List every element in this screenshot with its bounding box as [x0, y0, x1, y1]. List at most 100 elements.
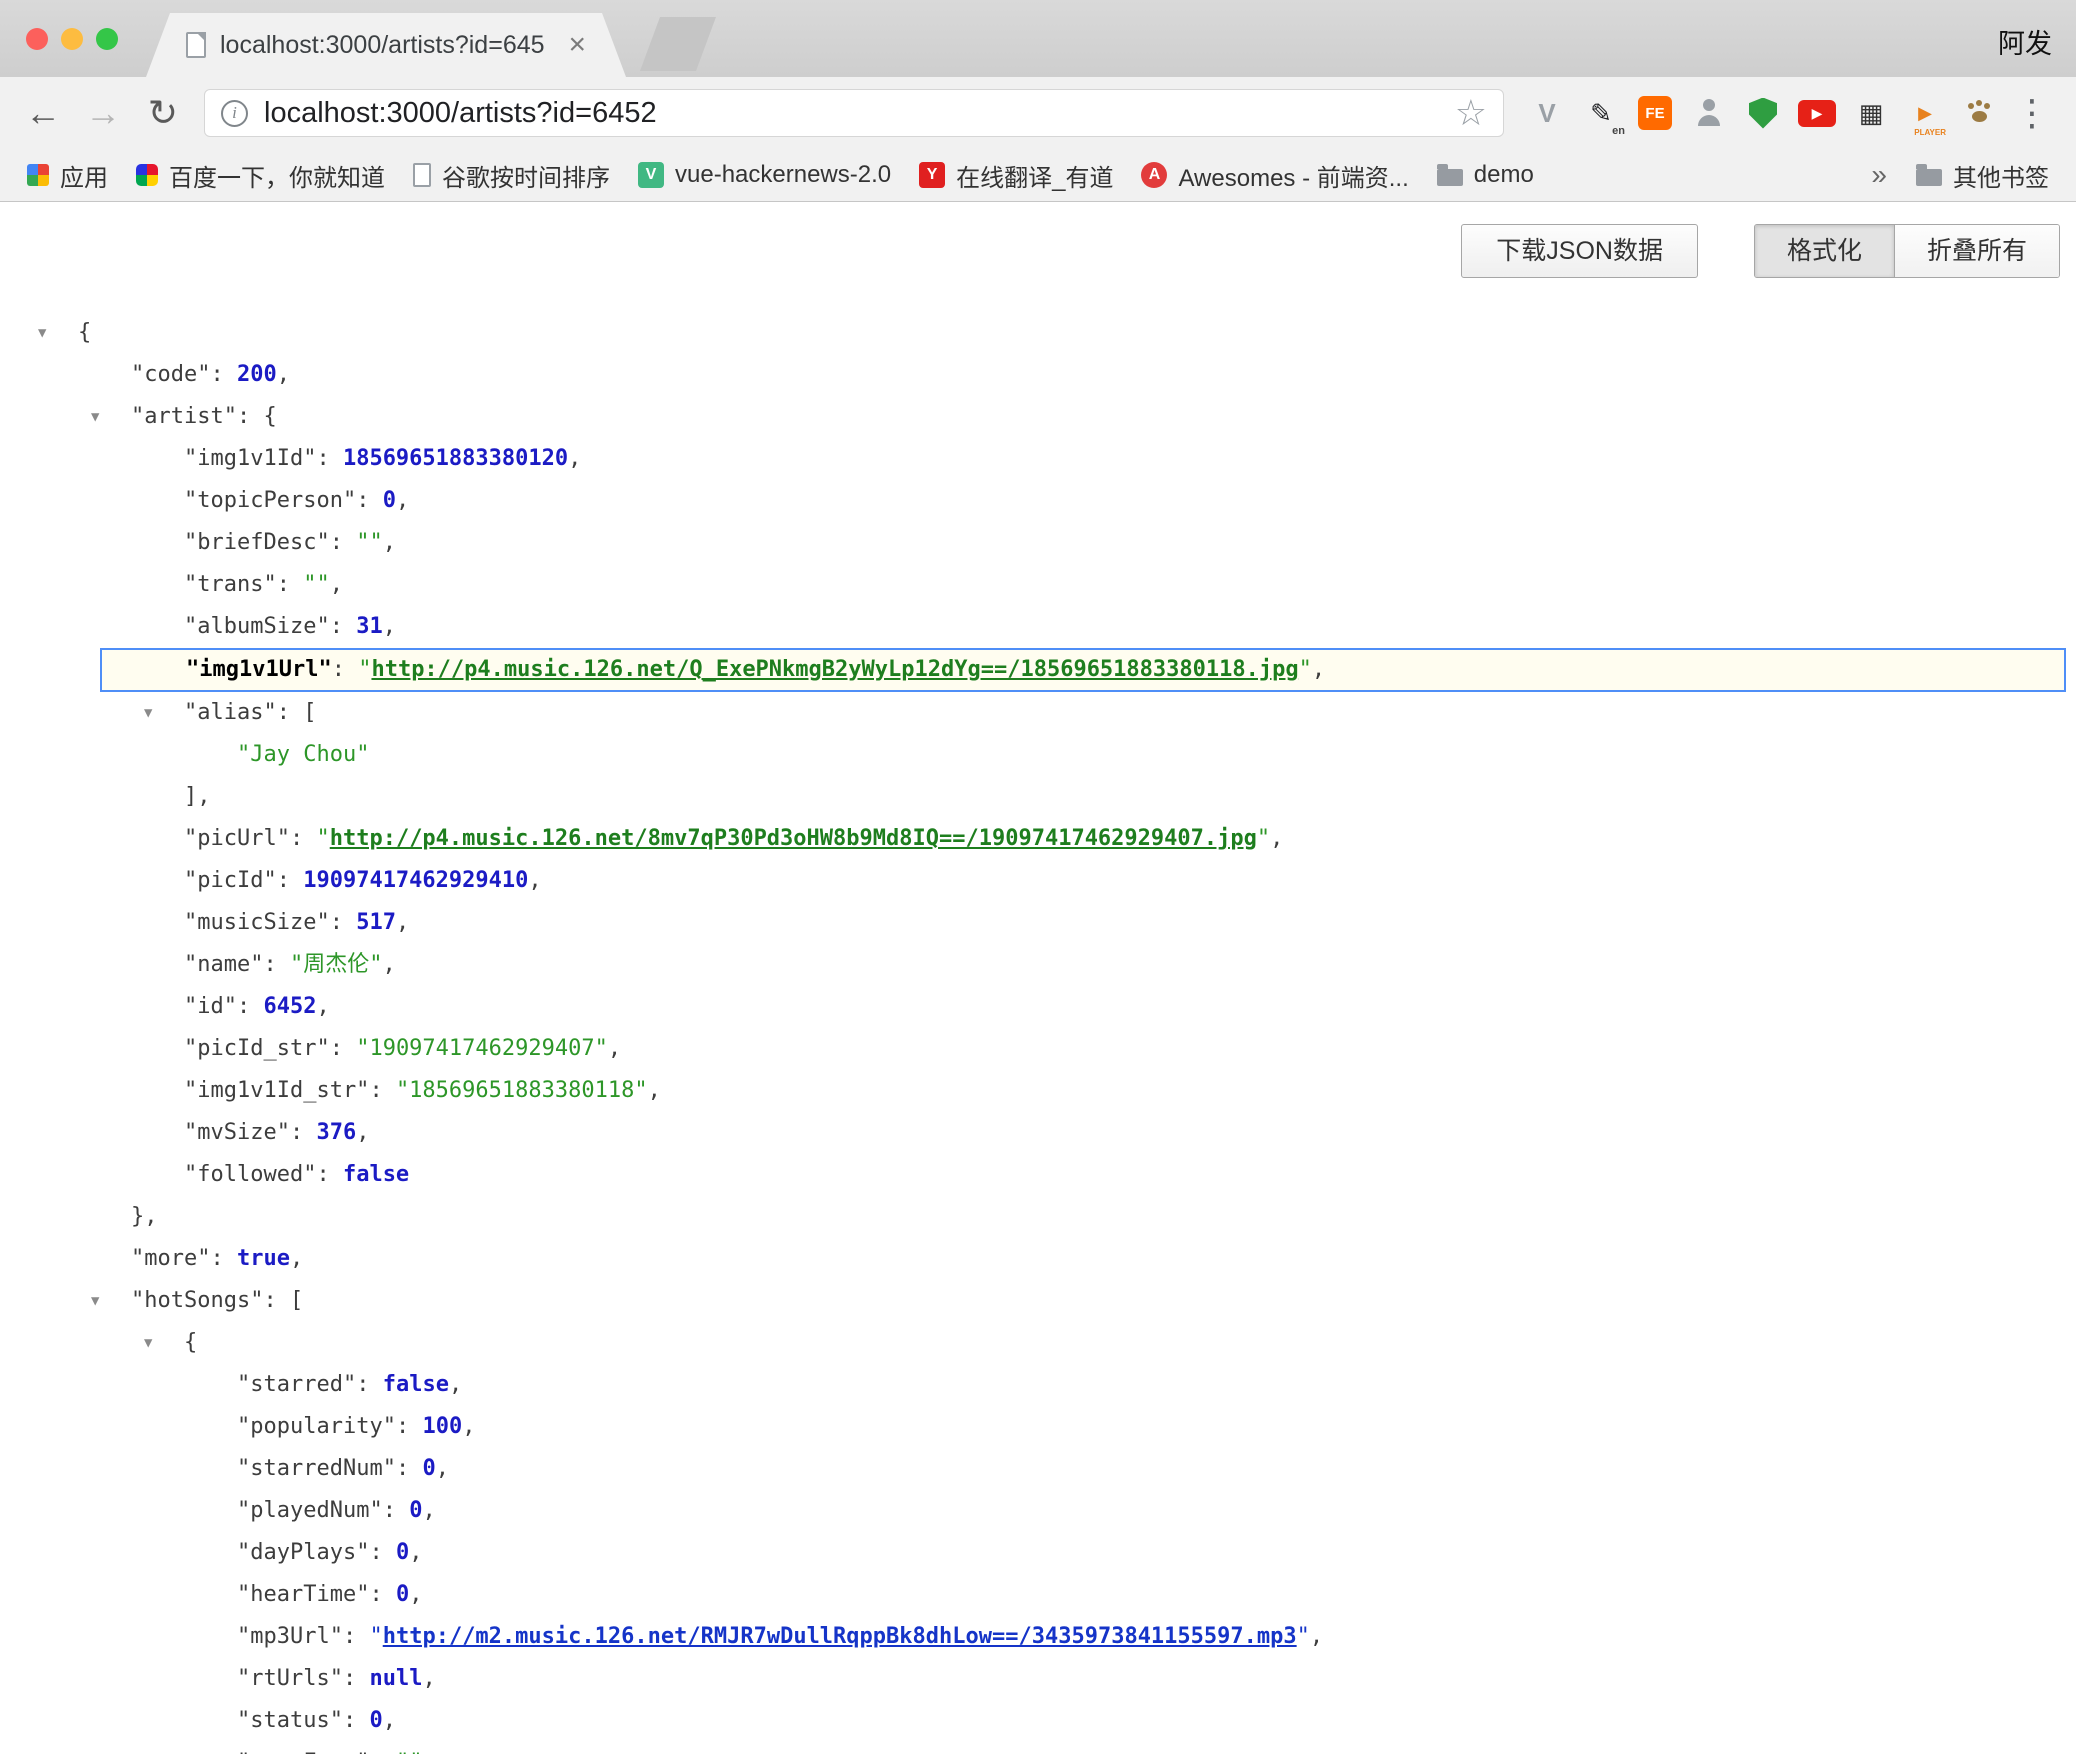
close-window-button[interactable] — [26, 28, 48, 50]
browser-window: localhost:3000/artists?id=645 × 阿发 ← → ↻… — [0, 0, 2076, 1754]
json-line: ▼{ — [0, 1322, 2076, 1364]
bookmarks-list: 应用 百度一下，你就知道 谷歌按时间排序 Vvue-hackernews-2.0 Y 在线… — [14, 153, 1547, 198]
bookmark-youdao[interactable]: Y 在线翻译_有道 — [906, 153, 1126, 198]
player-icon[interactable]: ▶PLAYER — [1900, 88, 1950, 138]
baidu-icon — [136, 164, 158, 186]
page-icon — [186, 32, 206, 58]
json-line: ▼"hotSongs": [ — [0, 1280, 2076, 1322]
json-link[interactable]: http://m2.music.126.net/RMJR7wDullRqppBk… — [383, 1624, 1297, 1649]
tab-strip: localhost:3000/artists?id=645 × 阿发 — [0, 0, 2076, 77]
json-viewer: ▼{"code": 200,▼"artist": {"img1v1Id": 18… — [0, 312, 2076, 1754]
forward-button[interactable]: → — [76, 92, 130, 134]
json-line: ▼"artist": { — [0, 396, 2076, 438]
json-line: "img1v1Url": "http://p4.music.126.net/Q_… — [100, 648, 2066, 692]
json-line: "albumSize": 31, — [0, 606, 2076, 648]
folder-icon — [1437, 169, 1463, 186]
json-line: "img1v1Id": 18569651883380120, — [0, 438, 2076, 480]
json-line: "musicSize": 517, — [0, 902, 2076, 944]
bookmark-awesomes[interactable]: AAwesomes - 前端资... — [1128, 153, 1421, 198]
bookmarks-bar: 应用 百度一下，你就知道 谷歌按时间排序 Vvue-hackernews-2.0 Y 在线… — [0, 149, 2076, 202]
collapse-all-button[interactable]: 折叠所有 — [1894, 225, 2059, 277]
translate-icon[interactable]: ✎en — [1576, 88, 1626, 138]
shield-icon[interactable] — [1738, 88, 1788, 138]
fullscreen-window-button[interactable] — [96, 28, 118, 50]
json-line: "code": 200, — [0, 354, 2076, 396]
bookmark-star-icon[interactable]: ☆ — [1455, 92, 1487, 134]
collapse-toggle-icon[interactable]: ▼ — [91, 396, 99, 438]
json-line: "id": 6452, — [0, 986, 2076, 1028]
json-line: "name": "周杰伦", — [0, 944, 2076, 986]
json-line: "hearTime": 0, — [0, 1574, 2076, 1616]
json-line: "starred": false, — [0, 1364, 2076, 1406]
bookmark-google-sort[interactable]: 谷歌按时间排序 — [400, 153, 623, 198]
collapse-toggle-icon[interactable]: ▼ — [144, 1322, 152, 1364]
youdao-icon: Y — [919, 162, 945, 188]
json-line: ], — [0, 776, 2076, 818]
json-line: "playedNum": 0, — [0, 1490, 2076, 1532]
youtube-icon[interactable]: ▶ — [1792, 88, 1842, 138]
json-line: "briefDesc": "", — [0, 522, 2076, 564]
json-line: "rtUrls": null, — [0, 1658, 2076, 1700]
bookmark-demo-folder[interactable]: demo — [1424, 156, 1547, 194]
browser-tab[interactable]: localhost:3000/artists?id=645 × — [146, 13, 626, 77]
json-line: "picId_str": "19097417462929407", — [0, 1028, 2076, 1070]
json-line: "topicPerson": 0, — [0, 480, 2076, 522]
json-line: "img1v1Id_str": "18569651883380118", — [0, 1070, 2076, 1112]
extension-icons: V✎enFE ▶▦▶PLAYER — [1522, 88, 2004, 138]
bookmarks-overflow-icon[interactable]: » — [1859, 159, 1899, 191]
json-line: "followed": false — [0, 1154, 2076, 1196]
json-line: "dayPlays": 0, — [0, 1532, 2076, 1574]
browser-menu-icon[interactable]: ⋮ — [2010, 92, 2054, 134]
reload-button[interactable]: ↻ — [136, 92, 190, 134]
bookmark-apps[interactable]: 应用 — [14, 153, 121, 198]
profile-name[interactable]: 阿发 — [1998, 22, 2052, 61]
bookmark-label: 百度一下，你就知道 — [169, 158, 385, 193]
format-button[interactable]: 格式化 — [1755, 225, 1894, 277]
json-line: "mp3Url": "http://m2.music.126.net/RMJR7… — [0, 1616, 2076, 1658]
json-link[interactable]: http://p4.music.126.net/Q_ExePNkmgB2yWyL… — [371, 657, 1298, 682]
tab-close-icon[interactable]: × — [568, 28, 586, 62]
page-toolbar: 下载JSON数据 格式化 折叠所有 — [0, 202, 2076, 278]
minimize-window-button[interactable] — [61, 28, 83, 50]
collapse-toggle-icon[interactable]: ▼ — [38, 312, 46, 354]
json-link[interactable]: http://p4.music.126.net/8mv7qP30Pd3oHW8b… — [330, 826, 1257, 851]
person-icon[interactable] — [1684, 88, 1734, 138]
window-controls — [26, 28, 118, 50]
paw-icon[interactable] — [1954, 88, 2004, 138]
vue-icon: V — [638, 162, 664, 188]
fe-icon[interactable]: FE — [1630, 88, 1680, 138]
collapse-toggle-icon[interactable]: ▼ — [91, 1280, 99, 1322]
qr-icon[interactable]: ▦ — [1846, 88, 1896, 138]
json-line: ▼{ — [0, 312, 2076, 354]
bookmark-label: vue-hackernews-2.0 — [675, 161, 891, 189]
bookmark-label: demo — [1474, 161, 1534, 189]
address-bar[interactable]: i localhost:3000/artists?id=6452 ☆ — [204, 89, 1504, 137]
page-icon — [413, 163, 431, 187]
new-tab-button[interactable] — [640, 17, 716, 71]
folder-icon — [1916, 169, 1942, 186]
json-line: "picUrl": "http://p4.music.126.net/8mv7q… — [0, 818, 2076, 860]
bookmark-baidu[interactable]: 百度一下，你就知道 — [123, 153, 398, 198]
json-line: "status": 0, — [0, 1700, 2076, 1742]
collapse-toggle-icon[interactable]: ▼ — [144, 692, 152, 734]
json-line: "popularity": 100, — [0, 1406, 2076, 1448]
json-line: ▼"alias": [ — [0, 692, 2076, 734]
bookmark-label: 谷歌按时间排序 — [442, 158, 610, 193]
download-json-button[interactable]: 下载JSON数据 — [1461, 224, 1698, 278]
json-line: "more": true, — [0, 1238, 2076, 1280]
bookmark-vue-hackernews[interactable]: Vvue-hackernews-2.0 — [625, 156, 904, 194]
json-line: "copyFrom": "", — [0, 1742, 2076, 1754]
json-line: "mvSize": 376, — [0, 1112, 2076, 1154]
awesomes-icon: A — [1141, 162, 1167, 188]
json-line: "Jay Chou" — [0, 734, 2076, 776]
back-button[interactable]: ← — [16, 92, 70, 134]
tab-title: localhost:3000/artists?id=645 — [220, 31, 554, 60]
other-bookmarks[interactable]: 其他书签 — [1903, 153, 2062, 198]
json-line: "picId": 19097417462929410, — [0, 860, 2076, 902]
vimium-icon[interactable]: V — [1522, 88, 1572, 138]
site-info-icon[interactable]: i — [221, 100, 248, 127]
bookmarks-right: » 其他书签 — [1859, 153, 2062, 198]
url-text: localhost:3000/artists?id=6452 — [264, 97, 1439, 130]
bookmark-label: 在线翻译_有道 — [956, 158, 1113, 193]
view-mode-toggle: 格式化 折叠所有 — [1754, 224, 2060, 278]
